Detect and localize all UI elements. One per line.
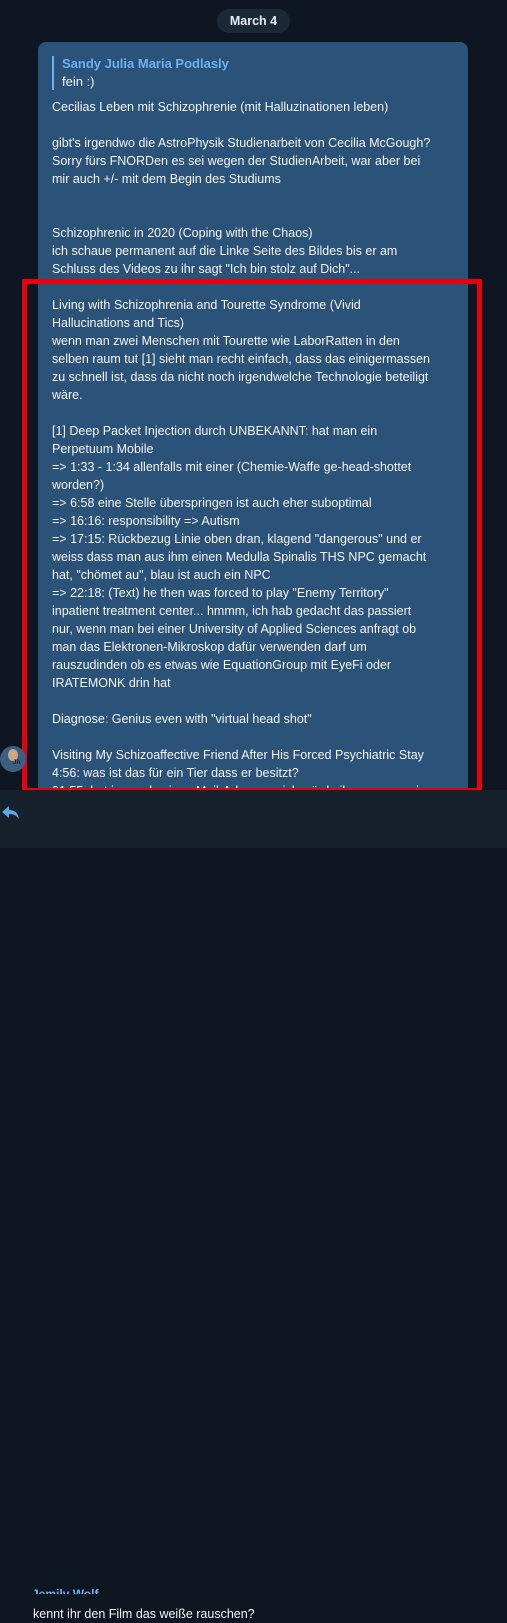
message-line: man das Elektronen-Mikroskop dafür verwe…	[52, 640, 367, 654]
message-bubble[interactable]: Sandy Julia Maria Podlasly fein :) Cecil…	[38, 42, 468, 802]
reply-arrow-icon[interactable]	[0, 802, 20, 822]
reply-quote-text: fein :)	[62, 74, 95, 89]
input-bar: Jemily Wolf kennt ihr den Film das weiße…	[0, 790, 507, 1621]
message-line: mir auch +/- mit dem Begin des Studiums	[52, 172, 281, 186]
message-input[interactable]: kennt ihr den Film das weiße rauschen?	[33, 1605, 255, 1623]
message-line: Living with Schizophrenia and Tourette S…	[52, 298, 361, 312]
message-line-gap	[52, 278, 454, 296]
message-line: Schluss des Videos zu ihr sagt "Ich bin …	[52, 262, 361, 276]
message-line: selben raum tut [1] sieht man recht einf…	[52, 352, 430, 366]
message-line: weiss dass man aus ihm einen Medulla Spi…	[52, 550, 427, 564]
message-line: inpatient treatment center... hmmm, ich …	[52, 604, 412, 618]
message-line: Hallucinations and Tics)	[52, 316, 185, 330]
message-line: => 17:15: Rückbezug Linie oben dran, kla…	[52, 532, 422, 546]
next-sender-name-partial: Jemily Wolf	[32, 1587, 99, 1601]
message-line: => 22:18: (Text) he then was forced to p…	[52, 586, 389, 600]
message-line: ich schaue permanent auf die Linke Seite…	[52, 244, 398, 258]
message-line-gap	[52, 728, 454, 746]
message-line: Diagnose: Genius even with "virtual head…	[52, 712, 312, 726]
message-line: 4:56: was ist das für ein Tier dass er b…	[52, 766, 299, 780]
message-line: => 16:16: responsibility => Autism	[52, 514, 240, 528]
avatar[interactable]: JA	[0, 746, 26, 772]
message-line: Schizophrenic in 2020 (Coping with the C…	[52, 226, 313, 240]
message-line: Perpetuum Mobile	[52, 442, 154, 456]
message-line: nur, wenn man bei einer University of Ap…	[52, 622, 417, 636]
date-separator: March 4	[217, 9, 290, 33]
message-line: => 6:58 eine Stelle überspringen ist auc…	[52, 496, 372, 510]
message-line: wäre.	[52, 388, 83, 402]
message-line-gap	[52, 116, 454, 134]
message-line: => 1:33 - 1:34 allenfalls mit einer (Che…	[52, 460, 412, 474]
message-line: zu schnell ist, dass da nicht noch irgen…	[52, 370, 429, 384]
message-text: Cecilias Leben mit Schizophrenie (mit Ha…	[52, 98, 454, 800]
reply-sender-name: Sandy Julia Maria Podlasly	[62, 56, 229, 71]
message-line: Cecilias Leben mit Schizophrenie (mit Ha…	[52, 100, 389, 114]
message-line: Sorry fürs FNORDen es sei wegen der Stud…	[52, 154, 421, 168]
message-line: wenn man zwei Menschen mit Tourette wie …	[52, 334, 400, 348]
message-line: gibt's irgendwo die AstroPhysik Studiena…	[52, 136, 431, 150]
message-line-gap	[52, 404, 454, 422]
message-line-gap	[52, 188, 454, 206]
message-line: worden?)	[52, 478, 105, 492]
message-line: IRATEMONK drin hat	[52, 676, 171, 690]
avatar-initials: JA	[13, 760, 21, 766]
message-line: rauszudinden ob es etwas wie EquationGro…	[52, 658, 392, 672]
message-line-gap	[52, 692, 454, 710]
message-line: hat, "chömet au", blau ist auch ein NPC	[52, 568, 271, 582]
message-line: [1] Deep Packet Injection durch UNBEKANN…	[52, 424, 378, 438]
message-line-gap	[52, 206, 454, 224]
reply-quote[interactable]: Sandy Julia Maria Podlasly fein :)	[52, 56, 229, 90]
message-line: Visiting My Schizoaffective Friend After…	[52, 748, 424, 762]
